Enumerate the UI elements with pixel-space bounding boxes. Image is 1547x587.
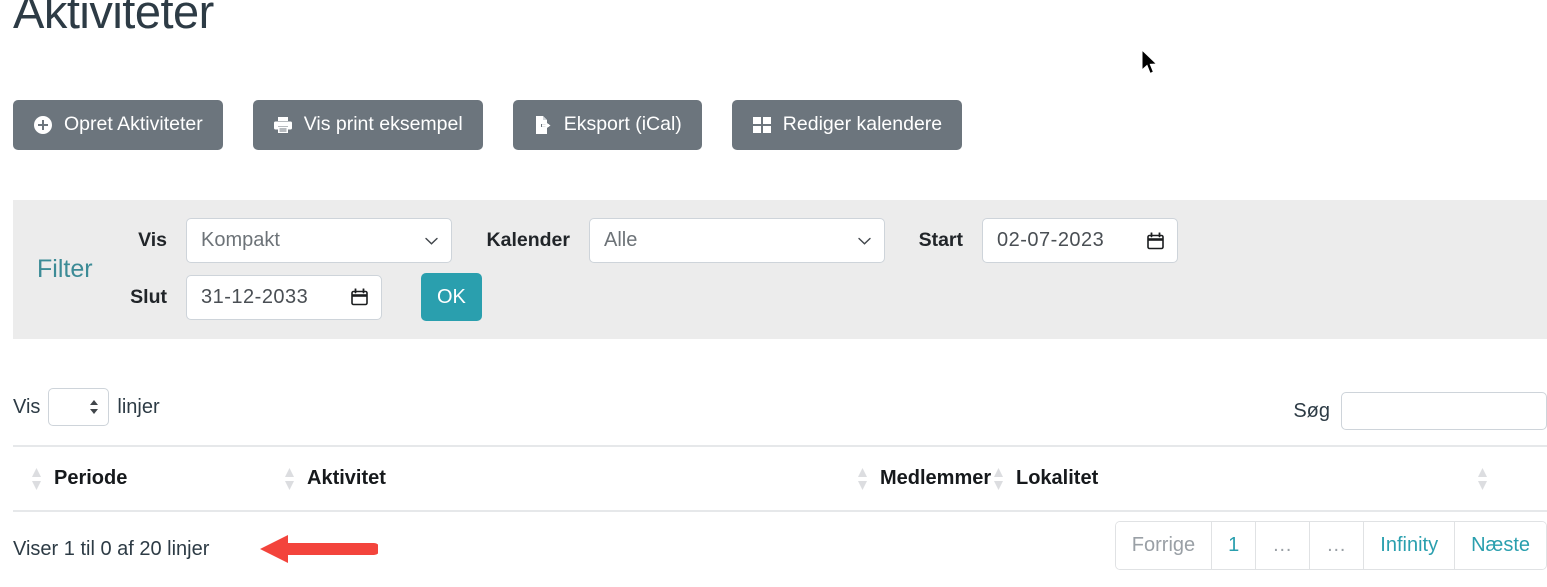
- plus-circle-icon: [33, 115, 53, 135]
- column-header-periode[interactable]: Periode: [13, 446, 266, 511]
- pagination: Forrige 1 … … Infinity Næste: [1115, 521, 1547, 570]
- pagination-infinity[interactable]: Infinity: [1364, 522, 1455, 569]
- vis-print-eksempel-label: Vis print eksempel: [304, 115, 463, 135]
- column-header-lokalitet-label: Lokalitet: [1016, 467, 1098, 490]
- start-date-input[interactable]: 02-07-2023: [982, 218, 1178, 263]
- slut-date-value: 31-12-2033: [201, 286, 308, 309]
- slut-date-input[interactable]: 31-12-2033: [186, 275, 382, 320]
- table-header: Periode Aktivitet Me: [13, 446, 1547, 511]
- search-input[interactable]: [1341, 392, 1547, 430]
- pagination-page-1[interactable]: 1: [1212, 522, 1256, 569]
- chevron-down-icon: [858, 237, 871, 245]
- stepper-arrows-icon: [89, 399, 99, 415]
- page-length-select[interactable]: [48, 388, 109, 426]
- column-header-periode-label: Periode: [54, 467, 127, 490]
- kalender-label: Kalender: [474, 229, 570, 252]
- calendar-icon[interactable]: [351, 289, 368, 306]
- rediger-kalendere-label: Rediger kalendere: [783, 115, 942, 135]
- column-header-actions[interactable]: [1347, 446, 1547, 511]
- kalender-select[interactable]: Alle: [589, 218, 885, 263]
- vis-label: Vis: [119, 229, 167, 252]
- rediger-kalendere-button[interactable]: Rediger kalendere: [732, 100, 962, 150]
- file-export-icon: [533, 115, 553, 135]
- sort-diamond-icon: [31, 466, 42, 492]
- sort-diamond-icon: [993, 466, 1004, 492]
- length-group: Vis linjer: [13, 388, 160, 426]
- calendar-icon[interactable]: [1147, 232, 1164, 249]
- start-date-value: 02-07-2023: [997, 229, 1104, 252]
- action-toolbar: Opret Aktiviteter Vis print eksempel Eks…: [13, 100, 962, 150]
- pagination-ellipsis-right[interactable]: …: [1310, 522, 1364, 569]
- opret-aktiviteter-button[interactable]: Opret Aktiviteter: [13, 100, 223, 150]
- pagination-forrige[interactable]: Forrige: [1116, 522, 1212, 569]
- filter-row-bottom: Slut 31-12-2033 OK: [119, 273, 1547, 321]
- page-title: Aktiviteter: [13, 0, 214, 40]
- chevron-down-icon: [425, 237, 438, 245]
- kalender-select-value: Alle: [604, 229, 637, 252]
- pagination-naeste[interactable]: Næste: [1455, 522, 1546, 569]
- start-label: Start: [903, 229, 963, 252]
- activities-table: Periode Aktivitet Me: [13, 445, 1547, 512]
- annotation-arrow-left: [258, 531, 378, 567]
- pagination-ellipsis-left[interactable]: …: [1256, 522, 1310, 569]
- table-info: Viser 1 til 0 af 20 linjer: [13, 538, 209, 561]
- column-header-medlemmer-label: Medlemmer: [880, 467, 991, 490]
- table-header-row: Periode Aktivitet Me: [13, 446, 1547, 511]
- vis-select-value: Kompakt: [201, 229, 280, 252]
- length-prefix-label: Vis: [13, 396, 40, 419]
- vis-print-eksempel-button[interactable]: Vis print eksempel: [253, 100, 483, 150]
- filter-rows: Vis Kompakt Kalender Alle Start 02-07-20…: [119, 218, 1547, 321]
- eksport-ical-label: Eksport (iCal): [564, 115, 682, 135]
- column-header-medlemmer[interactable]: Medlemmer: [839, 446, 983, 511]
- mouse-cursor: [1141, 49, 1159, 76]
- sort-diamond-icon: [284, 466, 295, 492]
- column-header-lokalitet[interactable]: Lokalitet: [983, 446, 1347, 511]
- filter-legend: Filter: [13, 255, 133, 284]
- filter-ok-button[interactable]: OK: [421, 273, 482, 321]
- length-suffix-label: linjer: [117, 396, 159, 419]
- vis-select[interactable]: Kompakt: [186, 218, 452, 263]
- column-header-aktivitet[interactable]: Aktivitet: [266, 446, 839, 511]
- sort-diamond-icon: [857, 466, 868, 492]
- column-header-aktivitet-label: Aktivitet: [307, 467, 386, 490]
- grid-window-icon: [752, 115, 772, 135]
- printer-icon: [273, 115, 293, 135]
- list-controls: Vis linjer Søg: [13, 388, 1547, 436]
- search-group: Søg: [1293, 392, 1547, 430]
- slut-label: Slut: [119, 286, 167, 309]
- filter-panel: Filter Vis Kompakt Kalender Alle Start 0…: [13, 200, 1547, 339]
- opret-aktiviteter-label: Opret Aktiviteter: [64, 115, 203, 135]
- filter-row-top: Vis Kompakt Kalender Alle Start 02-07-20…: [119, 218, 1547, 263]
- sort-diamond-icon: [1477, 466, 1488, 492]
- search-label: Søg: [1293, 400, 1330, 423]
- eksport-ical-button[interactable]: Eksport (iCal): [513, 100, 702, 150]
